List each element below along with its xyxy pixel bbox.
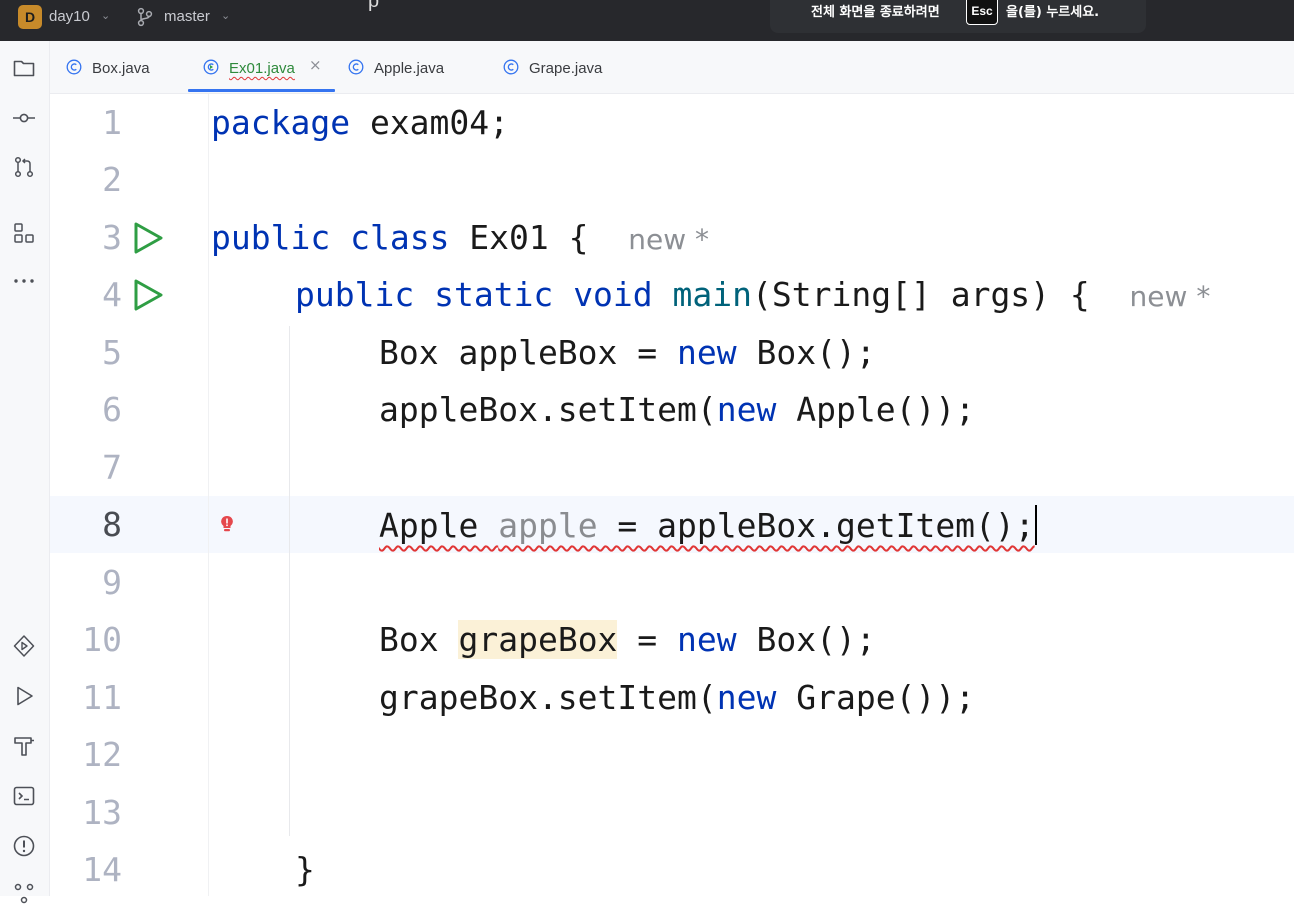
method-name: main <box>672 275 753 314</box>
line-number[interactable]: 1 <box>50 103 122 142</box>
toast-text-before: 전체 화면을 종료하려면 <box>811 5 940 20</box>
git-icon[interactable] <box>12 881 36 905</box>
toast-text-after: 을(를) 누르세요. <box>1006 5 1100 20</box>
highlighted-identifier: grapeBox <box>458 620 618 659</box>
code-text: Ex01 { <box>449 218 589 257</box>
chevron-down-icon[interactable]: ⌄ <box>101 9 110 22</box>
code-line-3[interactable]: public class Ex01 { new * <box>211 218 709 257</box>
project-badge[interactable]: D <box>18 5 42 29</box>
code-text: (String[] args) { <box>752 275 1090 314</box>
terminal-icon[interactable] <box>12 784 36 808</box>
problems-icon[interactable] <box>12 834 36 858</box>
run-icon[interactable] <box>12 684 36 708</box>
code-text: Apple <box>379 506 499 545</box>
keyword: package <box>211 103 351 142</box>
unused-variable: apple <box>498 506 598 545</box>
esc-key-badge: Esc <box>966 0 998 25</box>
java-class-icon <box>348 59 364 75</box>
code-text: Box(); <box>736 333 876 372</box>
line-number[interactable]: 4 <box>50 275 122 314</box>
build-icon[interactable] <box>12 734 36 758</box>
line-number[interactable]: 2 <box>50 160 122 199</box>
code-text: Box appleBox = <box>379 333 678 372</box>
code-text: = <box>617 620 678 659</box>
error-bulb-icon[interactable] <box>220 515 234 533</box>
fullscreen-exit-toast: 전체 화면을 종료하려면 Esc 을(를) 누르세요. <box>770 0 1146 33</box>
services-icon[interactable] <box>12 634 36 658</box>
keyword: new <box>677 620 737 659</box>
keyword: new <box>716 390 777 429</box>
window-title-fragment: p <box>368 0 380 12</box>
code-text: appleBox.setItem( <box>379 390 717 429</box>
code-line-11[interactable]: grapeBox.setItem(new Grape()); <box>379 678 975 717</box>
chevron-down-icon[interactable]: ⌄ <box>221 9 230 22</box>
inlay-hint-new[interactable]: new * <box>1130 280 1211 313</box>
line-number[interactable]: 3 <box>50 218 122 257</box>
java-class-icon <box>503 59 519 75</box>
code-text: grapeBox.setItem( <box>379 678 717 717</box>
more-icon[interactable] <box>12 269 36 293</box>
title-bar: D day10 ⌄ master ⌄ p 전체 화면을 종료하려면 Esc 을(… <box>0 0 1294 41</box>
code-text: Box(); <box>736 620 876 659</box>
tab-label: Box.java <box>92 60 150 77</box>
code-line-4[interactable]: public static void main(String[] args) {… <box>295 275 1210 314</box>
code-text: } <box>295 850 315 889</box>
line-number[interactable]: 11 <box>50 678 122 717</box>
indent-guide <box>289 326 290 836</box>
inlay-hint-new[interactable]: new * <box>628 223 709 256</box>
line-number[interactable]: 10 <box>50 620 122 659</box>
code-editor[interactable]: 1 2 3 4 5 6 7 8 9 10 11 12 13 14 package… <box>50 94 1294 896</box>
line-number[interactable]: 8 <box>50 505 122 544</box>
keyword: public <box>211 218 331 257</box>
line-number[interactable]: 13 <box>50 793 122 832</box>
keyword: new <box>677 333 737 372</box>
keyword: void <box>573 275 653 314</box>
code-line-5[interactable]: Box appleBox = new Box(); <box>379 333 876 372</box>
line-number[interactable]: 5 <box>50 333 122 372</box>
code-text: Grape()); <box>776 678 976 717</box>
code-line-14[interactable]: } <box>295 850 315 889</box>
tab-label: Apple.java <box>374 60 445 77</box>
structure-icon[interactable] <box>12 221 36 245</box>
tab-label: Grape.java <box>529 60 603 77</box>
code-text: exam04; <box>350 103 510 142</box>
text-caret <box>1034 505 1037 545</box>
code-line-10[interactable]: Box grapeBox = new Box(); <box>379 620 876 659</box>
gutter-separator <box>208 94 209 896</box>
code-text: Apple()); <box>776 390 976 429</box>
java-class-icon <box>203 59 219 75</box>
close-icon[interactable]: × <box>309 56 322 74</box>
run-gutter-icon[interactable] <box>132 221 164 255</box>
code-line-1[interactable]: package exam04; <box>211 103 509 142</box>
editor-tab-bar: Box.java Ex01.java × Apple.java Grape.ja… <box>50 41 1294 94</box>
folder-icon[interactable] <box>12 56 36 80</box>
java-class-icon <box>66 59 82 75</box>
line-number[interactable]: 6 <box>50 390 122 429</box>
line-number[interactable]: 9 <box>50 563 122 602</box>
active-tab-indicator <box>188 89 335 92</box>
line-number[interactable]: 12 <box>50 735 122 774</box>
branch-name[interactable]: master <box>164 8 210 25</box>
code-line-6[interactable]: appleBox.setItem(new Apple()); <box>379 390 975 429</box>
code-line-8[interactable]: Apple apple = appleBox.getItem(); <box>379 505 1037 545</box>
tool-window-strip <box>0 41 50 904</box>
project-name[interactable]: day10 <box>49 8 90 25</box>
run-gutter-icon[interactable] <box>132 278 164 312</box>
branch-icon <box>137 7 153 31</box>
commit-icon[interactable] <box>12 106 36 130</box>
keyword: class <box>350 218 450 257</box>
keyword: new <box>716 678 777 717</box>
pull-requests-icon[interactable] <box>12 155 36 179</box>
code-text: Box <box>379 620 459 659</box>
keyword: public <box>295 275 415 314</box>
keyword: static <box>434 275 554 314</box>
line-number[interactable]: 7 <box>50 448 122 487</box>
code-text: = appleBox.getItem(); <box>597 506 1035 545</box>
tab-label: Ex01.java <box>229 60 295 77</box>
line-number[interactable]: 14 <box>50 850 122 889</box>
